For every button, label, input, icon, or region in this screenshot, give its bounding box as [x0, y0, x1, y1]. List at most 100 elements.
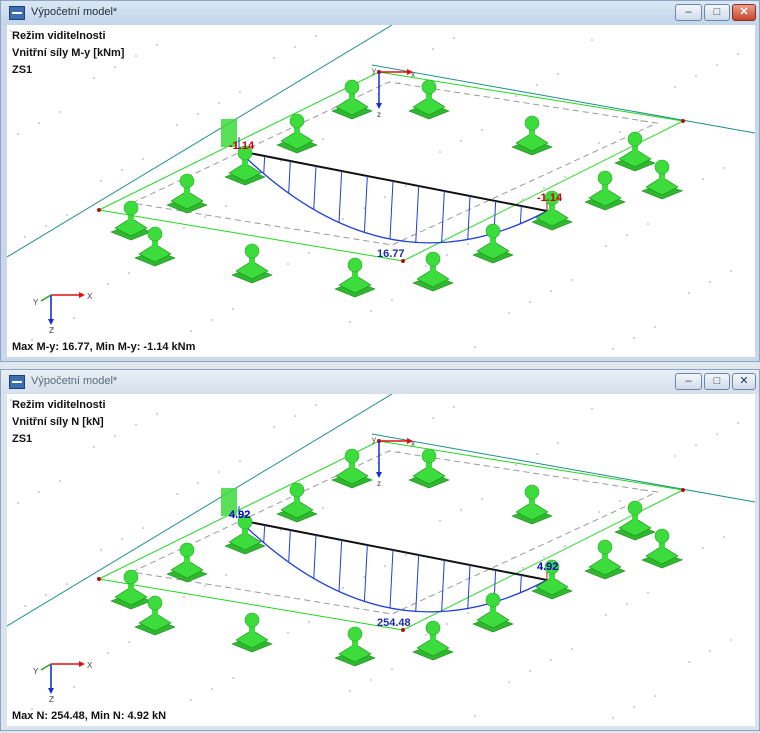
grid-dot — [474, 715, 476, 717]
grid-dot — [591, 408, 593, 410]
grid-dot — [529, 301, 531, 303]
diagram-ordinate — [288, 529, 291, 563]
title-bar[interactable]: Výpočetní model* – □ ✕ — [1, 1, 759, 25]
grid-dot — [508, 681, 510, 683]
support-icon — [511, 115, 553, 156]
grid-dot — [232, 677, 234, 679]
grid-dot — [197, 482, 199, 484]
result-label-left: -1.14 — [229, 140, 255, 152]
grid-dot — [453, 406, 455, 408]
close-button[interactable]: ✕ — [732, 373, 756, 390]
visibility-mode-label: Režim viditelnosti — [12, 399, 106, 411]
grid-dot — [128, 641, 130, 643]
diagram-ordinate — [288, 160, 291, 194]
grid-dot — [550, 659, 552, 661]
max-min-summary: Max M-y: 16.77, Min M-y: -1.14 kNm — [12, 341, 196, 353]
grid-dot — [598, 511, 600, 513]
grid-dot — [391, 668, 393, 670]
grid-dot — [723, 167, 725, 169]
grid-dot — [405, 554, 407, 556]
maximize-button[interactable]: □ — [704, 4, 730, 21]
grid-dot — [349, 690, 351, 692]
y-axis-label: y — [372, 435, 376, 444]
grid-dot — [640, 489, 642, 491]
grid-dot — [363, 207, 365, 209]
grid-dot — [142, 527, 144, 529]
diagram-ordinate — [389, 180, 394, 240]
grid-dot — [107, 283, 109, 285]
grid-dot — [17, 133, 19, 135]
grid-dot — [647, 223, 649, 225]
triad-x-label: X — [87, 661, 93, 670]
x-axis-label: x — [411, 70, 415, 79]
grid-dot — [204, 216, 206, 218]
node-point — [97, 208, 101, 212]
maximize-button[interactable]: □ — [704, 373, 730, 390]
grid-dot — [626, 234, 628, 236]
diagram-ordinate — [441, 559, 445, 612]
node-point — [97, 577, 101, 581]
grid-dot — [474, 346, 476, 348]
window-n: Výpočetní model* – □ ✕ 4.92 4.92 254.48 x z y… — [0, 369, 760, 731]
triad-y-label: Y — [33, 298, 39, 307]
support-icon — [334, 257, 376, 298]
grid-dot — [702, 178, 704, 180]
grid-dot — [66, 214, 68, 216]
grid-dot — [370, 679, 372, 681]
grid-dot — [211, 688, 213, 690]
grid-dot — [239, 91, 241, 93]
grid-dot — [135, 55, 137, 57]
grid-dot — [702, 547, 704, 549]
triad-y-label: Y — [33, 667, 39, 676]
grid-dot — [432, 48, 434, 50]
triad-x-label: X — [87, 292, 93, 301]
title-bar[interactable]: Výpočetní model* – □ ✕ — [1, 370, 759, 394]
diagram-ordinate — [441, 190, 445, 243]
grid-dot — [294, 46, 296, 48]
grid-dot — [737, 53, 739, 55]
grid-dot — [550, 290, 552, 292]
grid-dot — [439, 151, 441, 153]
node-point — [681, 488, 685, 492]
grid-dot — [183, 227, 185, 229]
app-icon — [9, 6, 25, 20]
support-icon — [584, 539, 626, 580]
grid-dot — [571, 279, 573, 281]
grid-dot — [287, 263, 289, 265]
minimize-button[interactable]: – — [675, 4, 702, 21]
support-icon — [231, 612, 273, 653]
grid-dot — [591, 39, 593, 41]
support-icon — [584, 170, 626, 211]
x-axis-label: x — [411, 439, 415, 448]
app-icon — [9, 375, 25, 389]
window-title: Výpočetní model* — [31, 375, 118, 387]
diagram-ordinate — [263, 524, 266, 543]
grid-dot — [315, 35, 317, 37]
grid-dot — [24, 236, 26, 238]
grid-dot — [557, 442, 559, 444]
grid-dot — [688, 661, 690, 663]
view-header: Režim viditelnosti Vnitřní síly M-y [kNm… — [12, 29, 124, 80]
model-viewport[interactable]: 4.92 4.92 254.48 x z y X Z Y Režim viditelnosti … — [7, 394, 755, 726]
grid-dot — [73, 317, 75, 319]
grid-dot — [24, 605, 26, 607]
grid-dot — [315, 404, 317, 406]
frame-outline — [97, 71, 685, 262]
support-icon — [334, 626, 376, 667]
grid-dot — [190, 699, 192, 701]
diagram-ordinate — [263, 155, 266, 174]
grid-dot — [605, 245, 607, 247]
grid-dot — [370, 310, 372, 312]
model-viewport[interactable]: -1.14 -1.14 16.77 x z y X Z Y Režim viditelnosti… — [7, 25, 755, 357]
grid-dot — [384, 565, 386, 567]
grid-dot — [225, 574, 227, 576]
grid-dot — [45, 225, 47, 227]
grid-dot — [543, 187, 545, 189]
window-title: Výpočetní model* — [31, 6, 118, 18]
support-icon — [331, 448, 373, 489]
grid-dot — [446, 623, 448, 625]
close-button[interactable]: ✕ — [732, 4, 756, 21]
grid-dot — [114, 435, 116, 437]
minimize-button[interactable]: – — [675, 373, 702, 390]
support-icon — [412, 620, 454, 661]
